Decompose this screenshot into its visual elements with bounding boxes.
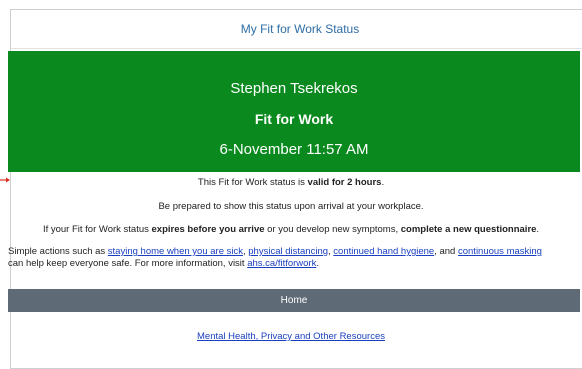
status-datetime: 6-November 11:57 AM <box>219 141 369 158</box>
expiry-text-pre: If your Fit for Work status <box>42 224 152 235</box>
page-title: My Fit for Work Status <box>240 22 360 36</box>
expiry-text-bold-2: complete a new questionnaire <box>400 224 537 235</box>
link-hand-hygiene[interactable]: continued hand hygiene <box>333 246 434 257</box>
actions-text-line2: can help keep everyone safe. For more in… <box>8 258 248 269</box>
footer: Mental Health, Privacy and Other Resourc… <box>0 331 582 342</box>
expiry-text-bold-1: expires before you arrive <box>151 224 265 235</box>
person-name: Stephen Tsekrekos <box>230 80 358 97</box>
expiry-instruction-text: If your Fit for Work status expires befo… <box>0 224 582 235</box>
arrival-instruction-label: Be prepared to show this status upon arr… <box>158 201 424 212</box>
validity-text: This Fit for Work status is valid for 2 … <box>0 177 582 188</box>
link-staying-home[interactable]: staying home when you are sick <box>108 246 243 257</box>
validity-text-pre: This Fit for Work status is <box>197 177 308 188</box>
actions-sep-3: , and <box>434 246 458 257</box>
actions-text-pre: Simple actions such as <box>8 246 108 257</box>
page-header: My Fit for Work Status <box>11 10 582 49</box>
actions-text-post: . <box>316 258 320 269</box>
validity-text-post: . <box>381 177 385 188</box>
resources-link[interactable]: Mental Health, Privacy and Other Resourc… <box>197 331 385 342</box>
expiry-text-mid: or you develop new symptoms, <box>264 224 401 235</box>
link-continuous-masking[interactable]: continuous masking <box>458 246 542 257</box>
link-fitforwork[interactable]: ahs.ca/fitforwork <box>247 258 316 269</box>
status-label: Fit for Work <box>254 111 334 127</box>
link-physical-distancing[interactable]: physical distancing <box>248 246 328 257</box>
arrival-instruction-text: Be prepared to show this status upon arr… <box>0 201 582 212</box>
status-panel: Stephen Tsekrekos Fit for Work 6-Novembe… <box>8 51 580 172</box>
home-button[interactable]: Home <box>8 289 580 312</box>
home-button-label: Home <box>280 295 308 306</box>
validity-text-bold: valid for 2 hours <box>307 177 382 188</box>
safety-actions-paragraph: Simple actions such as staying home when… <box>8 246 580 270</box>
expiry-text-post: . <box>536 224 540 235</box>
